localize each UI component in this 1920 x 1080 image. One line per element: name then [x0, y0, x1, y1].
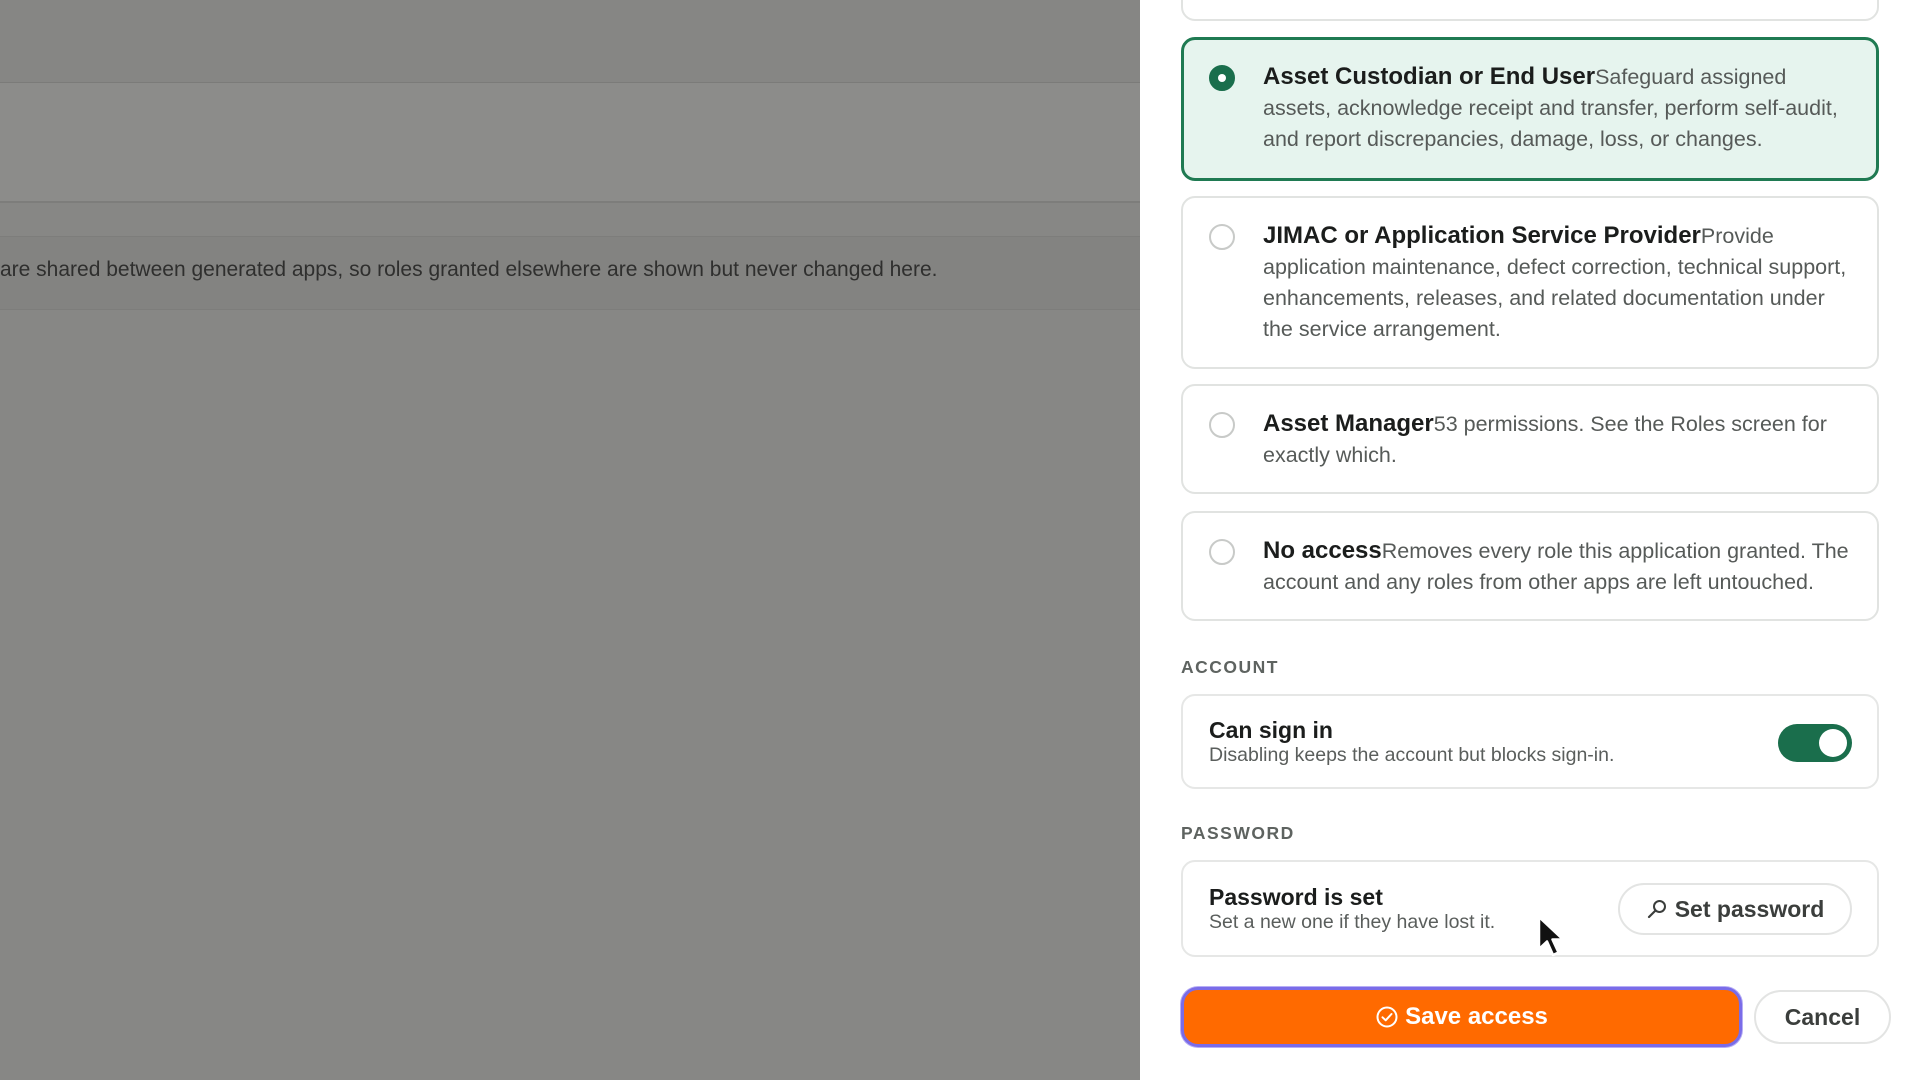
set-password-button[interactable]: Set password	[1618, 883, 1852, 935]
password-section-label: PASSWORD	[1181, 823, 1295, 843]
role-option-no-access[interactable]: No accessRemoves every role this applica…	[1181, 511, 1879, 621]
role-option-partial[interactable]	[1181, 0, 1879, 21]
cancel-button[interactable]: Cancel	[1754, 990, 1891, 1044]
role-option-asset-manager[interactable]: Asset Manager53 permissions. See the Rol…	[1181, 384, 1879, 494]
background-notice-text: are shared between generated apps, so ro…	[0, 258, 938, 281]
password-title: Password is set	[1209, 884, 1383, 910]
account-section-label: ACCOUNT	[1181, 657, 1279, 677]
can-sign-in-description: Disabling keeps the account but blocks s…	[1209, 744, 1615, 766]
role-option-text: Asset Manager53 permissions. See the Rol…	[1263, 408, 1851, 471]
cancel-label: Cancel	[1784, 1003, 1861, 1030]
role-option-text: No accessRemoves every role this applica…	[1263, 535, 1851, 598]
radio-unselected-icon[interactable]	[1209, 412, 1235, 438]
role-name: No access	[1263, 537, 1382, 564]
access-side-panel: Asset Custodian or End UserSafeguard ass…	[1140, 0, 1920, 1080]
background-toolbar	[0, 83, 1140, 203]
radio-selected-icon[interactable]	[1209, 65, 1235, 91]
role-name: JIMAC or Application Service Provider	[1263, 222, 1701, 249]
password-description: Set a new one if they have lost it.	[1209, 911, 1496, 933]
role-option-jimac[interactable]: JIMAC or Application Service ProviderPro…	[1181, 196, 1879, 369]
background-header	[0, 0, 1140, 83]
radio-unselected-icon[interactable]	[1209, 539, 1235, 565]
toggle-knob	[1819, 729, 1847, 757]
can-sign-in-row: Can sign in Disabling keeps the account …	[1181, 694, 1879, 789]
can-sign-in-toggle[interactable]	[1778, 724, 1852, 762]
role-option-asset-custodian[interactable]: Asset Custodian or End UserSafeguard ass…	[1181, 37, 1879, 181]
background-app-overlay: are shared between generated apps, so ro…	[0, 0, 1140, 1080]
check-circle-icon	[1375, 1005, 1399, 1029]
save-access-button[interactable]: Save access	[1181, 987, 1742, 1047]
role-name: Asset Custodian or End User	[1263, 63, 1596, 90]
role-option-text: Asset Custodian or End UserSafeguard ass…	[1263, 61, 1850, 155]
set-password-label: Set password	[1674, 895, 1825, 922]
save-access-label: Save access	[1405, 1003, 1548, 1030]
radio-unselected-icon[interactable]	[1209, 224, 1235, 250]
role-option-text: JIMAC or Application Service ProviderPro…	[1263, 220, 1851, 345]
can-sign-in-title: Can sign in	[1209, 717, 1333, 743]
search-key-icon	[1646, 898, 1668, 920]
password-row: Password is set Set a new one if they ha…	[1181, 860, 1879, 957]
role-name: Asset Manager	[1263, 410, 1434, 437]
